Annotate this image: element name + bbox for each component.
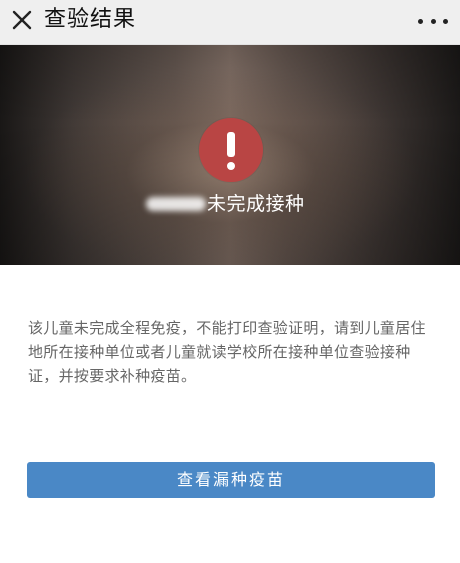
more-dot bbox=[418, 18, 423, 24]
more-dot bbox=[430, 18, 436, 24]
result-message: 该儿童未完成全程免疫，不能打印查验证明，请到儿童居住地所在接种单位或者儿童就读学… bbox=[28, 319, 426, 385]
view-missed-vaccines-button[interactable]: 查看漏种疫苗 bbox=[27, 462, 435, 498]
vaccination-status: 未完成接种 bbox=[207, 193, 305, 215]
exclamation-bar bbox=[227, 132, 235, 157]
redacted-child-name bbox=[146, 197, 206, 211]
status-banner: 未完成接种 bbox=[0, 45, 460, 265]
close-icon-glyph bbox=[12, 10, 32, 30]
top-bar: 查验结果 bbox=[0, 0, 460, 45]
exclamation-dot bbox=[227, 162, 235, 170]
close-icon[interactable] bbox=[8, 6, 36, 34]
page-title: 查验结果 bbox=[44, 7, 137, 32]
more-dot bbox=[443, 18, 448, 24]
more-icon[interactable] bbox=[418, 10, 448, 32]
status-row: 未完成接种 bbox=[146, 186, 305, 222]
exclamation-icon bbox=[199, 118, 263, 182]
